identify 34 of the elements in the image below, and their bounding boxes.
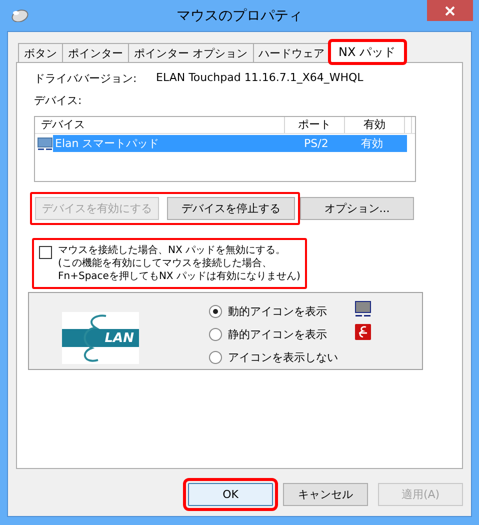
radio-label: 動的アイコンを表示 xyxy=(228,304,327,318)
column-header[interactable]: 有効 xyxy=(345,117,405,133)
driver-version-label: ドライババージョン: xyxy=(34,71,138,86)
tab[interactable]: ボタン xyxy=(18,43,63,62)
column-header[interactable]: デバイス xyxy=(35,117,285,133)
checkbox[interactable] xyxy=(39,246,52,259)
devices-label: デバイス: xyxy=(34,93,83,108)
elan-icon xyxy=(355,324,371,340)
column-header[interactable]: ポート xyxy=(285,117,345,133)
checkbox-label: マウスを接続した場合、NX パッドを無効にする。 xyxy=(58,244,287,257)
tab[interactable]: ポインター xyxy=(62,43,129,62)
touchpad-icon xyxy=(37,136,53,150)
options-button[interactable]: オプション... xyxy=(300,197,414,220)
tab[interactable]: ポインター オプション xyxy=(128,43,254,62)
table-cell-text: 有効 xyxy=(360,136,384,152)
checkbox-label: (この機能を有効にしてマウスを接続した場合、 xyxy=(58,257,273,270)
table-cell-text: Elan スマートパッド xyxy=(54,136,160,152)
radio-button[interactable] xyxy=(209,350,222,364)
close-button[interactable] xyxy=(427,0,473,21)
radio-button[interactable] xyxy=(209,304,222,318)
dialog-button[interactable]: キャンセル xyxy=(283,483,368,506)
elan-logo: LAN xyxy=(62,312,139,364)
radio-button[interactable] xyxy=(209,328,222,340)
checkbox-label: Fn+Spaceを押してもNX パッドは有効になりません) xyxy=(58,270,300,283)
device-button[interactable]: デバイスを停止する xyxy=(167,197,295,220)
radio-label: アイコンを表示しない xyxy=(228,350,338,364)
table-cell-text: PS/2 xyxy=(303,136,330,152)
touchpad-icon xyxy=(355,301,371,317)
window-title: マウスのプロパティ xyxy=(176,6,302,24)
tab[interactable]: NX パッド xyxy=(330,41,405,63)
mouse-icon xyxy=(11,8,29,22)
close-icon xyxy=(445,6,455,16)
driver-version-value: ELAN Touchpad 11.16.7.1_X64_WHQL xyxy=(156,71,364,86)
radio-label: 静的アイコンを表示 xyxy=(228,326,327,342)
